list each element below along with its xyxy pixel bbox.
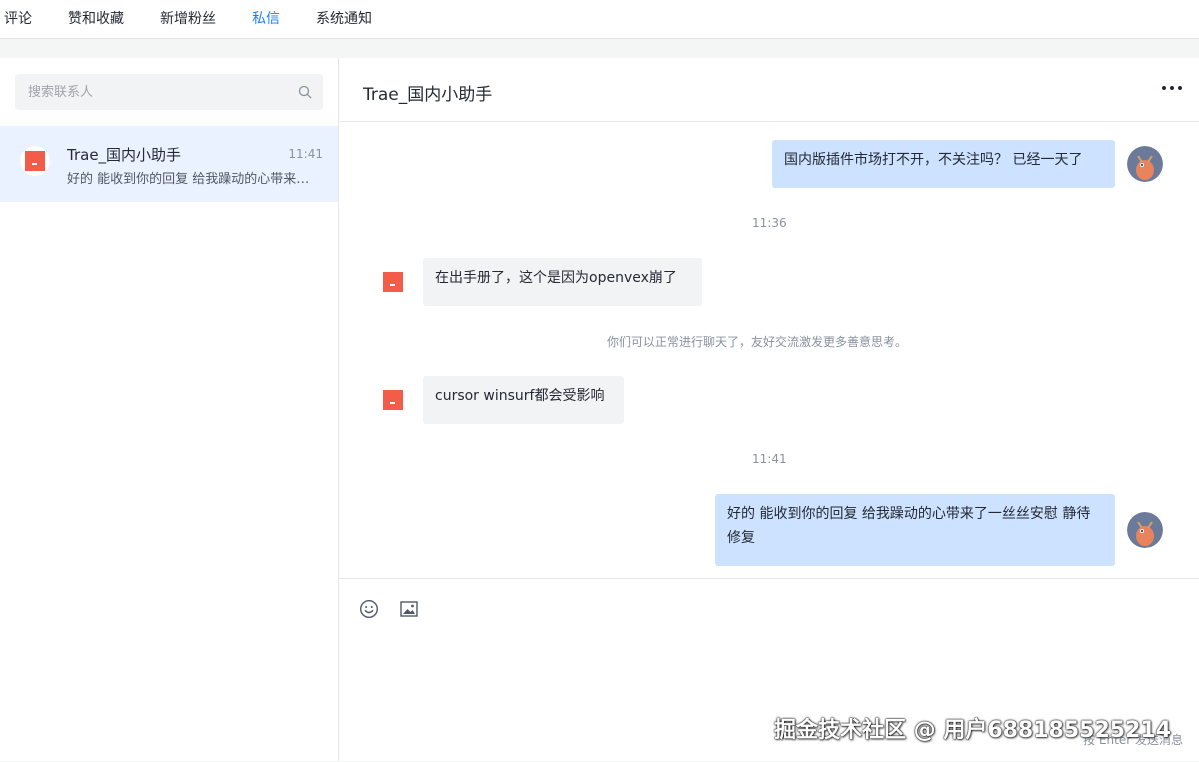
tab-system-notifications[interactable]: 系统通知 bbox=[316, 8, 372, 28]
search-icon[interactable] bbox=[298, 85, 312, 99]
more-options-icon[interactable] bbox=[1159, 76, 1185, 100]
message-bubble-sent: 国内版插件市场打不开，不关注吗？ 已经一天了 bbox=[772, 140, 1115, 188]
tab-likes-favorites[interactable]: 赞和收藏 bbox=[68, 8, 124, 28]
message-bubble-sent: 好的 能收到你的回复 给我躁动的心带来了一丝丝安慰 静待修复 bbox=[715, 494, 1115, 566]
contacts-panel: Trae_国内小助手 11:41 好的 能收到你的回复 给我躁动的心带来了一丝丝… bbox=[0, 58, 339, 761]
message-text: cursor winsurf都会受影响 bbox=[435, 388, 605, 404]
message-timestamp: 11:36 bbox=[752, 216, 787, 230]
emoji-icon[interactable] bbox=[359, 599, 379, 619]
user-avatar[interactable] bbox=[1127, 512, 1163, 548]
trae-logo-icon bbox=[383, 390, 403, 410]
user-avatar[interactable] bbox=[1127, 146, 1163, 182]
contact-search-input[interactable] bbox=[15, 74, 298, 110]
user-avatar-icon bbox=[1127, 146, 1163, 182]
message-bubble-received: 在出手册了，这个是因为openvex崩了 bbox=[423, 258, 702, 306]
tab-comments[interactable]: 评论 bbox=[4, 8, 32, 28]
message-list: 国内版插件市场打不开，不关注吗？ 已经一天了 11:36 在出手册了，这个是因为… bbox=[339, 122, 1199, 577]
contact-preview: 好的 能收到你的回复 给我躁动的心带来了一丝丝安慰 静待修复 bbox=[67, 172, 317, 187]
contact-search bbox=[15, 74, 323, 110]
message-text: 在出手册了，这个是因为openvex崩了 bbox=[435, 270, 677, 286]
chat-panel: Trae_国内小助手 国内版插件市场打不开，不关注吗？ 已经一天了 11:36 bbox=[339, 58, 1199, 761]
image-icon[interactable] bbox=[399, 599, 419, 619]
site-watermark: 掘金技术社区 @ 用户688185525214 bbox=[774, 718, 1172, 743]
user-avatar-icon bbox=[1127, 512, 1163, 548]
trae-logo-icon bbox=[25, 151, 45, 171]
bot-avatar[interactable] bbox=[379, 386, 407, 414]
system-message: 你们可以正常进行聊天了，友好交流激发更多善意思考。 bbox=[607, 335, 908, 349]
message-bubble-received: cursor winsurf都会受影响 bbox=[423, 376, 624, 424]
contact-item[interactable]: Trae_国内小助手 11:41 好的 能收到你的回复 给我躁动的心带来了一丝丝… bbox=[0, 126, 338, 202]
message-text: 好的 能收到你的回复 给我躁动的心带来了一丝丝安慰 静待修复 bbox=[727, 506, 1091, 546]
tab-new-followers[interactable]: 新增粉丝 bbox=[160, 8, 216, 28]
message-text: 国内版插件市场打不开，不关注吗？ 已经一天了 bbox=[784, 152, 1083, 168]
contact-avatar bbox=[20, 146, 50, 176]
chat-header: Trae_国内小助手 bbox=[339, 58, 1199, 122]
bot-avatar[interactable] bbox=[379, 268, 407, 296]
chat-title: Trae_国内小助手 bbox=[363, 85, 493, 105]
contact-name: Trae_国内小助手 bbox=[67, 146, 182, 164]
message-timestamp: 11:41 bbox=[752, 452, 787, 466]
tab-private-messages[interactable]: 私信 bbox=[252, 8, 280, 28]
top-nav: 评论 赞和收藏 新增粉丝 私信 系统通知 bbox=[0, 0, 1199, 39]
contact-time: 11:41 bbox=[288, 147, 323, 161]
trae-logo-icon bbox=[383, 272, 403, 292]
